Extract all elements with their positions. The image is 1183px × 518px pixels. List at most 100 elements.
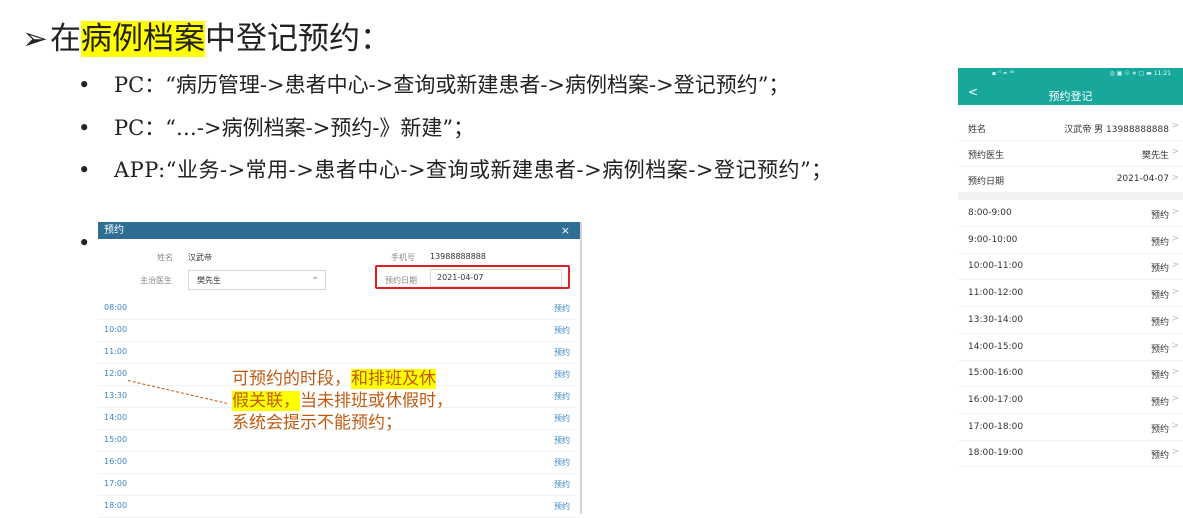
time-slot-row[interactable]: 17:00-18:00 预约 > [958, 414, 1183, 441]
time-slot-row[interactable]: 13:30-14:00 预约 > [958, 307, 1183, 334]
book-button[interactable]: 预约 [1151, 342, 1169, 355]
book-button[interactable]: 预约 [1151, 288, 1169, 301]
chevron-right-icon: > [1171, 173, 1179, 183]
book-button[interactable]: 预约 [554, 303, 570, 314]
doctor-label: 主治医生 [140, 276, 172, 285]
phone-value: 13988888888 [430, 252, 486, 261]
heading-highlight: 病例档案 [80, 21, 205, 57]
chevron-right-icon: > [1171, 447, 1179, 458]
time-slot-row[interactable]: 9:00-10:00 预约 > [958, 227, 1183, 254]
time-slot-label: 8:00-9:00 [968, 208, 1012, 218]
bullet-text: PC：“…->病例档案->预约-》新建”； [114, 116, 475, 140]
time-slot-row: 10:00 预约 [98, 319, 576, 342]
book-button[interactable]: 预约 [554, 347, 570, 358]
time-slot-label: 16:00-17:00 [968, 394, 1024, 405]
time-slot-row: 16:00 预约 [98, 451, 576, 474]
time-slot-label: 10:00-11:00 [968, 261, 1024, 272]
time-slot-row: 11:00 预约 [98, 341, 576, 364]
time-slot-row[interactable]: 16:00-17:00 预约 > [958, 387, 1183, 414]
doctor-select[interactable]: 樊先生 ⌄ [188, 270, 326, 290]
time-slot-label: 12:00 [104, 369, 128, 378]
time-slot-row[interactable]: 14:00-15:00 预约 > [958, 334, 1183, 361]
book-button[interactable]: 预约 [1151, 368, 1169, 381]
time-slot-row: 17:00 预约 [98, 473, 576, 496]
book-button[interactable]: 预约 [554, 325, 570, 336]
annotation-text: 可预约的时段， [232, 369, 351, 389]
time-slot-row[interactable]: 15:00-16:00 预约 > [958, 360, 1183, 388]
chevron-right-icon: > [1171, 287, 1179, 298]
chevron-right-icon: > [1171, 260, 1179, 271]
heading-suffix: 中登记预约： [204, 21, 391, 57]
chevron-right-icon: > [1171, 207, 1179, 217]
chevron-right-icon: > [1171, 147, 1179, 157]
chevron-right-icon: > [1171, 367, 1179, 378]
annotation-text: 系统会提示不能预约； [232, 413, 402, 433]
dialog-title: 预约 [104, 225, 124, 236]
book-button[interactable]: 预约 [554, 391, 570, 402]
bullet-item: • APP:“业务->常用->患者中心->查询或新建患者->病例档案->登记预约… [78, 155, 918, 215]
book-button[interactable]: 预约 [554, 457, 570, 468]
time-slot-row[interactable]: 8:00-9:00 预约 > [958, 200, 1183, 227]
chevron-right-icon: > [1171, 233, 1179, 244]
doctor-row[interactable]: 预约医生 樊先生 > [958, 140, 1183, 167]
time-slot-label: 17:00-18:00 [968, 421, 1024, 432]
mobile-title: 预约登记 [1048, 90, 1093, 103]
time-slot-label: 13:30-14:00 [968, 314, 1024, 325]
book-button[interactable]: 预约 [554, 413, 570, 424]
time-slot-label: 11:00 [104, 347, 128, 356]
bullet-dot: • [78, 158, 91, 182]
book-button[interactable]: 预约 [1151, 315, 1169, 328]
time-slot-label: 08:00 [104, 303, 128, 312]
status-bar-right: ◎ ▣ ☉ ∗ ▢ ▬ 11:21 [1109, 70, 1171, 77]
bullet-dot: • [78, 231, 91, 255]
time-slot-label: 16:00 [104, 457, 128, 466]
time-slot-label: 14:00 [104, 413, 128, 422]
date-input[interactable]: 2021-04-07 [430, 269, 562, 287]
phone-label: 手机号 [391, 253, 415, 262]
book-button[interactable]: 预约 [1151, 208, 1169, 221]
book-button[interactable]: 预约 [1151, 422, 1169, 435]
bullet-text: PC：“病历管理->患者中心->查询或新建患者->病例档案->登记预约”； [114, 73, 790, 97]
book-button[interactable]: 预约 [1151, 261, 1169, 274]
close-icon[interactable]: × [561, 222, 570, 239]
chevron-right-icon: > [1171, 393, 1179, 404]
bullet-text: APP:“业务->常用->患者中心->查询或新建患者->病例档案->登记预约”； [114, 158, 833, 182]
chevron-down-icon: ⌄ [311, 272, 319, 282]
bullet-item: • PC：“病历管理->患者中心->查询或新建患者->病例档案->登记预约”； [78, 70, 958, 100]
doctor-value: 樊先生 [1141, 151, 1169, 161]
time-slot-label: 9:00-10:00 [968, 234, 1018, 245]
time-slot-label: 11:00-12:00 [968, 288, 1024, 299]
time-slot-row[interactable]: 11:00-12:00 预约 > [958, 280, 1183, 308]
chevron-right-icon: > [1171, 340, 1179, 351]
chevron-right-icon: > [1171, 121, 1179, 131]
bullet-dot: • [78, 73, 91, 97]
name-label: 姓名 [968, 125, 987, 135]
chevron-right-icon: > [1171, 420, 1179, 431]
book-button[interactable]: 预约 [554, 435, 570, 446]
annotation-note: 可预约的时段，和排班及休 假关联，当未排班或休假时， 系统会提示不能预约； [232, 368, 502, 434]
mobile-header: ▪ ᵗˡ ≈ ⁴⁶ ◎ ▣ ☉ ∗ ▢ ▬ 11:21 < 预约登记 [958, 68, 1183, 105]
book-button[interactable]: 预约 [554, 479, 570, 490]
patient-row[interactable]: 姓名 汉武帝 男 13988888888 > [958, 114, 1183, 141]
time-slot-row[interactable]: 18:00-19:00 预约 > [958, 440, 1183, 468]
date-row[interactable]: 预约日期 2021-04-07 > [958, 166, 1183, 193]
time-slot-row[interactable]: 10:00-11:00 预约 > [958, 253, 1183, 281]
book-button[interactable]: 预约 [554, 369, 570, 380]
date-value: 2021-04-07 [1116, 174, 1169, 184]
book-button[interactable]: 预约 [1151, 448, 1169, 461]
time-slot-label: 10:00 [104, 325, 128, 334]
book-button[interactable]: 预约 [554, 501, 570, 512]
annotation-highlight: 和排班及休 [351, 369, 436, 389]
bullet-item: • PC：“…->病例档案->预约-》新建”； [78, 113, 958, 143]
annotation-text: 当未排班或休假时， [300, 391, 453, 411]
heading-prefix: 在 [49, 21, 81, 57]
time-slot-label: 14:00-15:00 [968, 341, 1024, 352]
time-slot-label: 15:00 [104, 435, 128, 444]
annotation-highlight: 假关联， [232, 391, 300, 411]
book-button[interactable]: 预约 [1151, 235, 1169, 248]
doctor-label: 预约医生 [968, 151, 1005, 161]
status-bar-left: ▪ ᵗˡ ≈ ⁴⁶ [992, 70, 1015, 77]
time-slot-row: 18:00 预约 [98, 495, 576, 518]
book-button[interactable]: 预约 [1151, 395, 1169, 408]
time-slot-row: 08:00 预约 [98, 297, 576, 320]
